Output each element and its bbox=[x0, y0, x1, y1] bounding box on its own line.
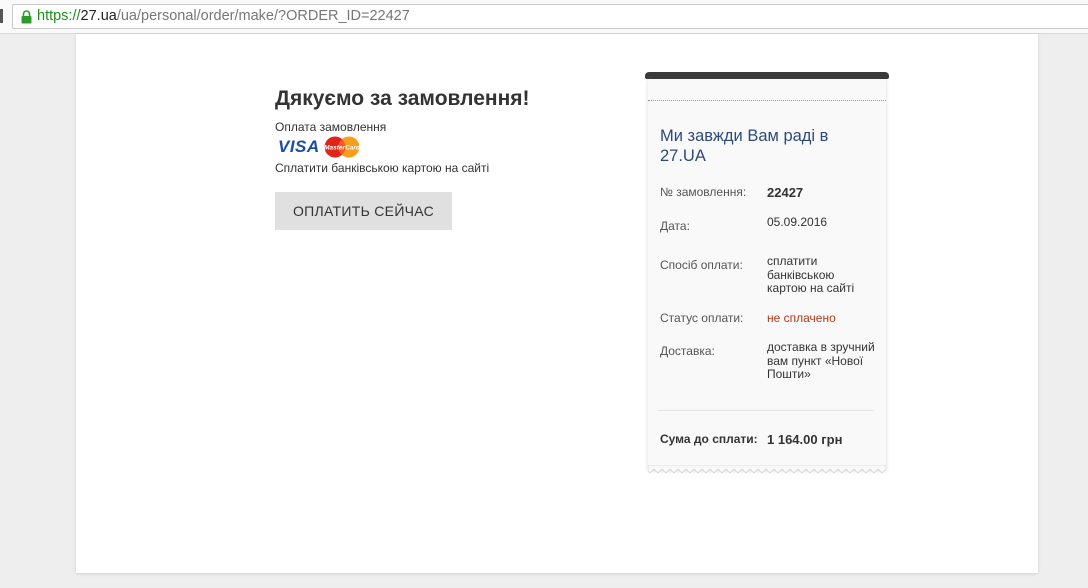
payment-status-value: не сплачено bbox=[767, 311, 836, 325]
url-field[interactable]: https://27.ua/ua/personal/order/make/?OR… bbox=[12, 4, 1088, 29]
url-text: https://27.ua/ua/personal/order/make/?OR… bbox=[37, 8, 410, 25]
receipt-divider bbox=[658, 410, 874, 411]
visa-logo: VISA bbox=[278, 137, 320, 156]
receipt-top-bar bbox=[645, 72, 889, 79]
date-value: 05.09.2016 bbox=[767, 215, 828, 229]
delivery-label: Доставка: bbox=[660, 344, 715, 358]
url-host: 27.ua bbox=[80, 8, 117, 24]
content-panel bbox=[76, 34, 1038, 573]
order-number-label: № замовлення: bbox=[660, 185, 747, 199]
payment-method-label: Спосіб оплати: bbox=[660, 258, 743, 272]
payment-status-label: Статус оплати: bbox=[660, 311, 744, 325]
payment-label: Оплата замовлення bbox=[275, 120, 387, 134]
url-path: /ua/personal/order/make/?ORDER_ID=22427 bbox=[116, 8, 410, 24]
receipt-heading: Ми завжди Вам раді в 27.UA bbox=[660, 127, 829, 165]
total-value: 1 164.00 грн bbox=[767, 432, 843, 447]
delivery-value: доставка в зручний вам пункт «Нової Пошт… bbox=[767, 340, 875, 381]
url-scheme: https:// bbox=[37, 8, 81, 24]
mastercard-logo: MasterCard bbox=[323, 136, 361, 158]
mastercard-logo-text: MasterCard bbox=[324, 145, 361, 152]
pay-now-button[interactable]: ОПЛАТИТЬ СЕЙЧАС bbox=[275, 192, 452, 230]
date-label: Дата: bbox=[660, 219, 690, 233]
window-edge bbox=[0, 9, 3, 23]
payment-description: Сплатити банківською картою на сайті bbox=[275, 161, 490, 175]
order-number-value: 22427 bbox=[767, 185, 804, 200]
payment-method-value: сплатити банківською картою на сайті bbox=[767, 254, 855, 295]
receipt-perforation bbox=[648, 100, 886, 101]
browser-address-bar: https://27.ua/ua/personal/order/make/?OR… bbox=[0, 0, 1088, 34]
total-label: Сума до сплати: bbox=[660, 432, 758, 446]
page-title: Дякуємо за замовлення! bbox=[275, 87, 530, 110]
receipt-torn-edge bbox=[648, 465, 886, 474]
lock-icon bbox=[20, 10, 33, 24]
